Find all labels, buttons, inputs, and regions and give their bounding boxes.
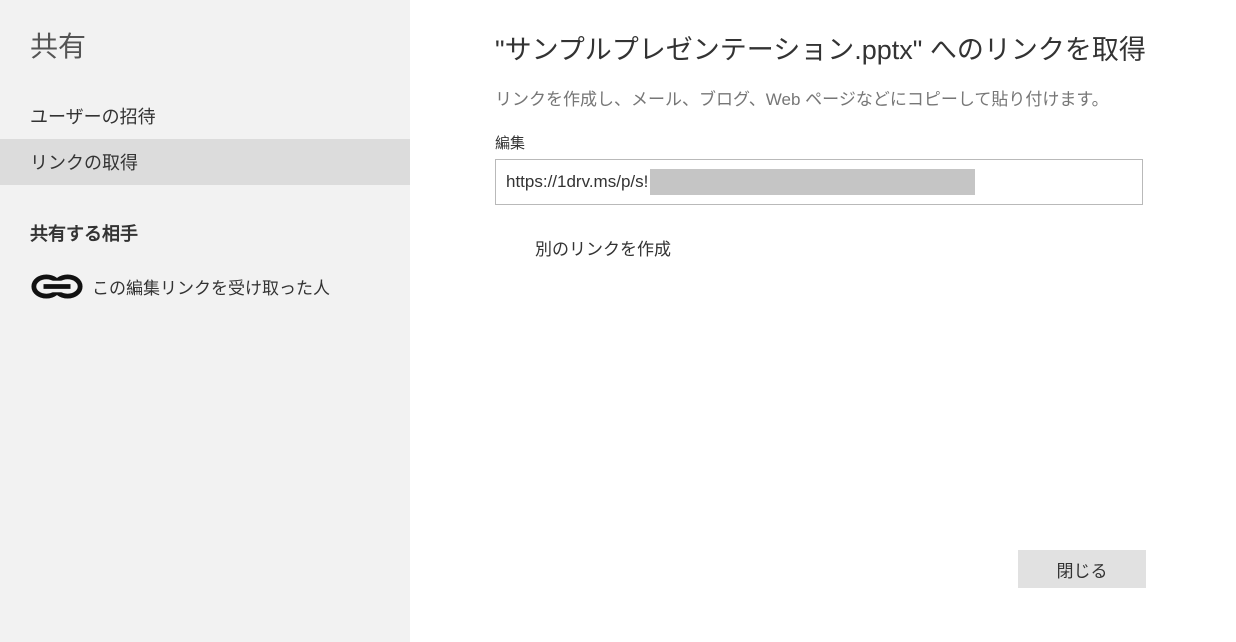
- sidebar-item-label: ユーザーの招待: [30, 107, 156, 127]
- sidebar-subheading-share-with: 共有する相手: [0, 185, 410, 268]
- create-another-link[interactable]: 別のリンクを作成: [535, 235, 1166, 260]
- close-button[interactable]: 閉じる: [1018, 550, 1146, 588]
- sidebar-item-invite-users[interactable]: ユーザーの招待: [0, 93, 410, 139]
- link-field-label: 編集: [495, 132, 1166, 153]
- sidebar-item-label: リンクの取得: [30, 153, 138, 173]
- page-title: "サンプルプレゼンテーション.pptx" へのリンクを取得: [495, 28, 1166, 67]
- create-another-link-label: 別のリンクを作成: [535, 240, 671, 259]
- sidebar: 共有 ユーザーの招待 リンクの取得 共有する相手 この編集リンクを受け取った人: [0, 0, 410, 642]
- close-button-label: 閉じる: [1057, 562, 1108, 581]
- share-entry-label: この編集リンクを受け取った人: [92, 274, 330, 299]
- link-url-value: https://1drv.ms/p/s!: [506, 172, 648, 192]
- sidebar-title: 共有: [0, 25, 410, 93]
- sidebar-item-get-link[interactable]: リンクの取得: [0, 139, 410, 185]
- link-icon: [30, 272, 86, 300]
- share-entry[interactable]: この編集リンクを受け取った人: [0, 268, 410, 304]
- main-pane: "サンプルプレゼンテーション.pptx" へのリンクを取得 リンクを作成し、メー…: [410, 0, 1236, 642]
- link-url-field[interactable]: https://1drv.ms/p/s!: [495, 159, 1143, 205]
- link-url-redacted: [650, 169, 975, 195]
- page-description: リンクを作成し、メール、ブログ、Web ページなどにコピーして貼り付けます。: [495, 85, 1166, 110]
